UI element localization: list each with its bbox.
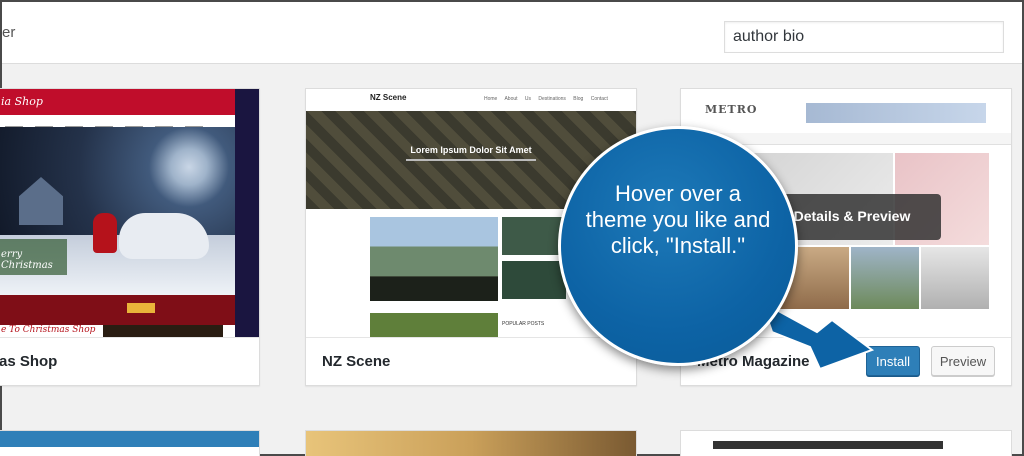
polar-bear-illustration — [119, 213, 209, 259]
theme-name-bar: as Shop — [0, 337, 259, 385]
house-illustration — [19, 177, 63, 225]
screenshot-site-title: NZ Scene — [370, 93, 407, 102]
preview-button[interactable]: Preview — [931, 346, 995, 376]
screenshot-lower: e To Christmas Shop — [0, 325, 235, 337]
santa-illustration — [93, 213, 117, 253]
popular-posts-heading: POPULAR POSTS — [502, 321, 545, 327]
post-thumbnail — [851, 247, 919, 309]
instruction-callout: Hover over a theme you like and click, "… — [558, 126, 798, 366]
screenshot-header: METRO — [681, 89, 1011, 133]
screenshot-headline: Lorem Ipsum Dolor Sit Amet — [410, 145, 532, 155]
theme-card-christmas-shop[interactable]: ia Shop erry Christmas e To Christmas Sh… — [0, 88, 260, 386]
screenshot-ad-banner — [806, 103, 986, 123]
post-thumbnail — [370, 313, 498, 337]
theme-filter-bar: er — [2, 2, 1022, 64]
filter-label-fragment: er — [2, 24, 16, 41]
post-thumbnail — [502, 217, 566, 255]
screenshot-sidebar — [235, 89, 259, 337]
screenshot-header: NZ Scene Home About Us Destinations Blog… — [306, 89, 636, 111]
post-thumbnail — [921, 247, 989, 309]
screenshot-nav — [0, 115, 259, 128]
theme-name-bar: NZ Scene — [306, 337, 636, 385]
install-button[interactable]: Install — [866, 346, 920, 376]
theme-name: as Shop — [0, 353, 58, 370]
theme-card-partial[interactable] — [305, 430, 637, 456]
screenshot-nav: Home About Us Destinations Blog Contact — [484, 96, 608, 102]
callout-text: Hover over a theme you like and click, "… — [585, 181, 771, 258]
screenshot-hero: erry Christmas — [0, 127, 235, 295]
screenshot-header: ia Shop — [0, 89, 259, 115]
theme-name: NZ Scene — [322, 353, 391, 370]
screenshot-logo: METRO — [705, 103, 758, 116]
theme-card-partial[interactable] — [0, 430, 260, 456]
post-thumbnail — [502, 261, 566, 299]
screenshot-logo: ia Shop — [1, 95, 43, 108]
theme-screenshot[interactable]: ia Shop erry Christmas e To Christmas Sh… — [0, 89, 259, 337]
search-input[interactable] — [724, 21, 1004, 53]
screenshot-banner: erry Christmas — [0, 239, 67, 275]
theme-card-partial[interactable] — [680, 430, 1012, 456]
